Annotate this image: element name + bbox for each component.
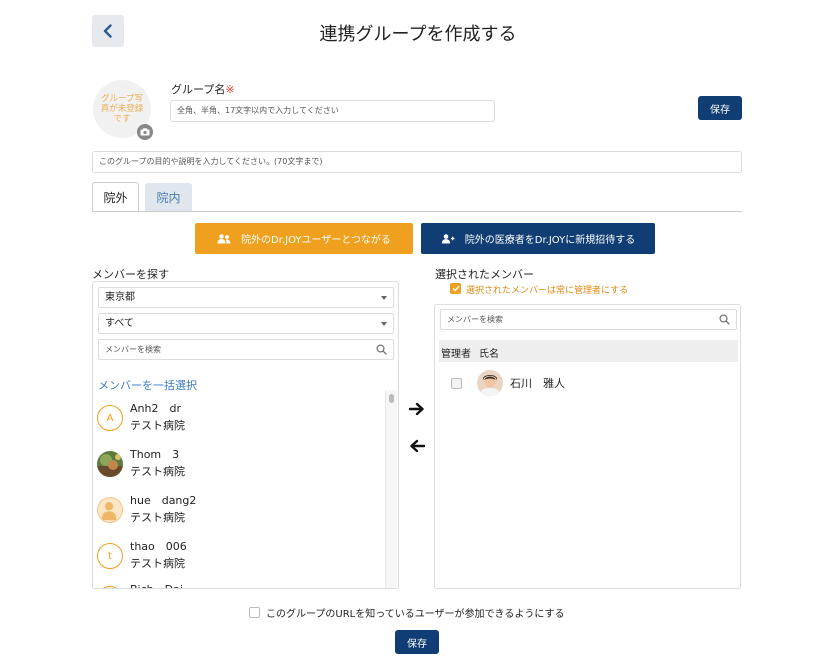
users-icon — [217, 233, 231, 243]
avatar: A — [97, 405, 123, 431]
selected-search-input[interactable]: メンバーを検索 — [440, 309, 737, 330]
always-admin-checkbox[interactable] — [450, 283, 461, 294]
member-list-item[interactable]: B Bich Dai — [97, 581, 383, 588]
search-icon[interactable] — [376, 344, 387, 355]
search-icon[interactable] — [719, 314, 730, 325]
connect-users-button[interactable]: 院外のDr.JOYユーザーとつながる — [195, 223, 413, 254]
member-name: Anh2 dr — [130, 402, 181, 415]
invite-new-user-label: 院外の医療者をDr.JOYに新規招待する — [464, 235, 636, 246]
member-list-item[interactable]: hue dang2 テスト病院 — [97, 492, 383, 532]
arrow-left-icon[interactable] — [409, 439, 425, 453]
caret-down-icon — [381, 296, 387, 300]
avatar: t — [97, 543, 123, 569]
member-list-item[interactable]: Thom 3 テスト病院 — [97, 446, 383, 486]
selected-member-name: 石川 雅人 — [510, 377, 565, 390]
user-plus-icon — [441, 233, 455, 243]
arrow-right-icon[interactable] — [409, 402, 425, 416]
member-hospital: テスト病院 — [130, 557, 185, 570]
prefecture-select[interactable]: 東京都 — [98, 287, 394, 308]
save-button-bottom[interactable]: 保存 — [395, 630, 439, 654]
always-admin-label[interactable]: 選択されたメンバーは常に管理者にする — [466, 283, 628, 296]
tabs-divider — [92, 211, 742, 212]
group-description-input[interactable]: このグループの目的や説明を入力してください。(70文字まで) — [92, 151, 742, 173]
group-name-input[interactable]: 全角、半角、17文字以内で入力してください — [170, 100, 495, 122]
avatar — [477, 370, 503, 396]
table-row: 石川 雅人 — [439, 367, 738, 399]
invite-new-user-button[interactable]: 院外の医療者をDr.JOYに新規招待する — [421, 223, 655, 254]
category-select[interactable]: すべて — [98, 313, 394, 334]
avatar — [97, 497, 123, 523]
selected-members-panel: メンバーを検索 管理者 氏名 石川 雅人 — [434, 304, 741, 589]
member-hospital: テスト病院 — [130, 511, 185, 524]
group-name-label: グループ名※ — [171, 81, 235, 97]
url-join-checkbox[interactable] — [249, 607, 260, 618]
member-name: Thom 3 — [130, 448, 180, 461]
category-select-value: すべて — [105, 318, 134, 329]
member-hospital: テスト病院 — [130, 419, 185, 432]
member-hospital: テスト病院 — [130, 465, 185, 478]
member-list-item[interactable]: A Anh2 dr テスト病院 — [97, 400, 383, 440]
member-search-placeholder: メンバーを検索 — [105, 345, 161, 354]
page-title: 連携グループを作成する — [319, 24, 517, 45]
group-photo-text: グループ写真が未登録です — [100, 94, 144, 124]
search-members-title: メンバーを探す — [92, 268, 169, 281]
url-join-label[interactable]: このグループのURLを知っているユーザーが参加できるようにする — [266, 605, 564, 620]
required-mark: ※ — [225, 83, 235, 96]
selected-members-title: 選択されたメンバー — [435, 268, 534, 281]
tab-outside-hospital[interactable]: 院外 — [92, 182, 139, 212]
check-icon — [451, 285, 460, 292]
member-name: hue dang2 — [130, 494, 197, 507]
column-header-name: 氏名 — [479, 349, 499, 360]
member-name: thao 006 — [130, 540, 187, 553]
tab-inside-hospital[interactable]: 院内 — [145, 183, 192, 211]
selected-search-placeholder: メンバーを検索 — [447, 315, 503, 324]
save-button-top[interactable]: 保存 — [698, 96, 742, 120]
avatar: B — [97, 586, 123, 588]
avatar — [97, 451, 123, 477]
camera-icon[interactable] — [137, 124, 153, 140]
scroll-thumb[interactable] — [389, 394, 394, 403]
group-name-label-text: グループ名 — [171, 83, 226, 96]
column-header-admin: 管理者 — [441, 349, 471, 360]
member-list-scrollbar[interactable] — [385, 390, 397, 588]
member-name: Bich Dai — [130, 581, 183, 588]
member-list: A Anh2 dr テスト病院 Thom 3 テスト病院 hue dang2 テ… — [93, 390, 385, 588]
admin-checkbox[interactable] — [451, 378, 462, 389]
member-search-input[interactable]: メンバーを検索 — [98, 339, 394, 360]
selected-table-header: 管理者 氏名 — [439, 340, 738, 362]
prefecture-select-value: 東京都 — [105, 292, 135, 303]
search-members-panel: 東京都 すべて メンバーを検索 メンバーを一括選択 A Anh2 dr テスト病… — [92, 281, 399, 589]
connect-users-label: 院外のDr.JOYユーザーとつながる — [241, 235, 391, 246]
member-list-item[interactable]: t thao 006 テスト病院 — [97, 538, 383, 578]
caret-down-icon — [381, 322, 387, 326]
